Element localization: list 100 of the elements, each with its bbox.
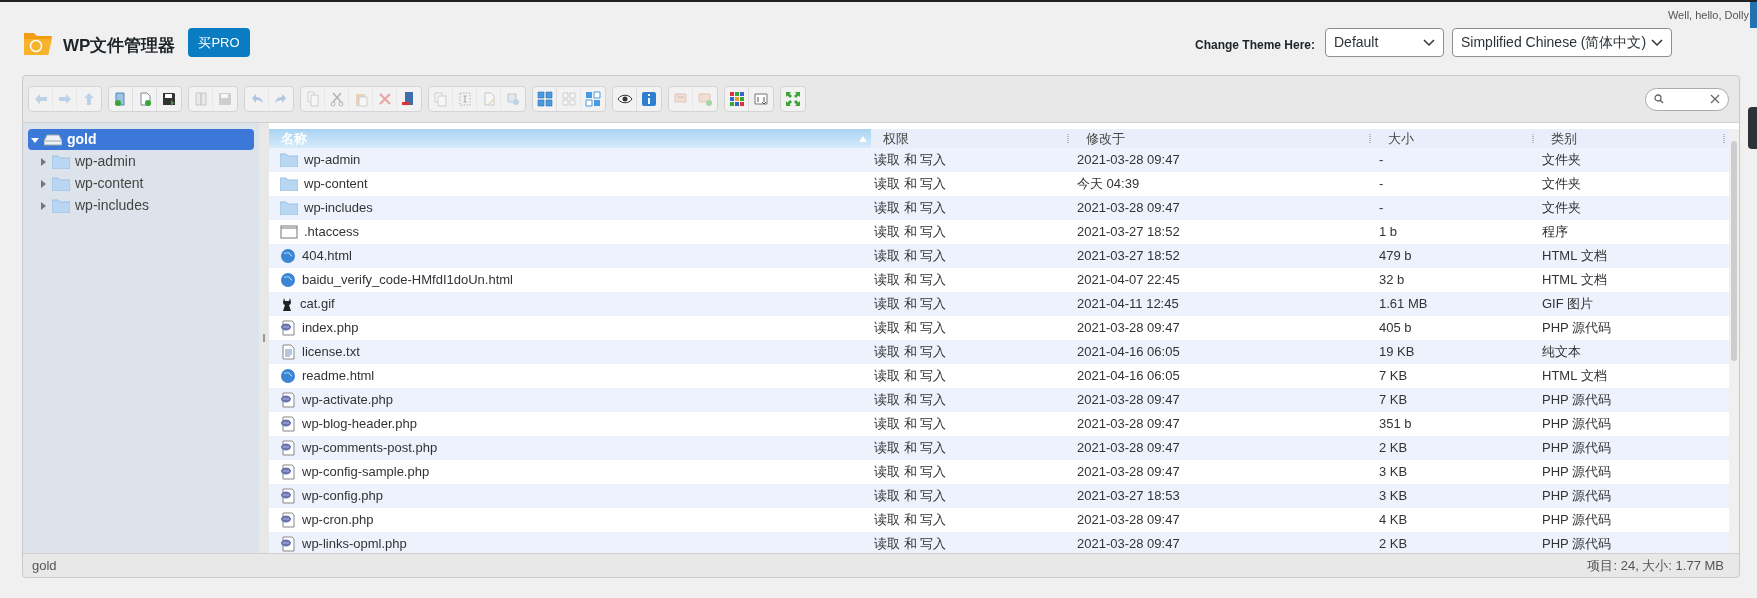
table-cell-text: - [1378, 199, 1385, 218]
text-file-icon [280, 344, 296, 360]
scrollbar[interactable] [1729, 129, 1739, 553]
table-cell-text: 3 KB [1378, 463, 1409, 482]
php-file-icon [280, 512, 296, 528]
table-cell-text: 1 b [1378, 223, 1399, 242]
table-cell-text: 今天 04:39 [1076, 175, 1141, 194]
file-row[interactable]: wp-config.php 读取 和 写入 2021-03-27 18:53 3 KB PHP 源代码 [269, 484, 1729, 508]
file-row[interactable]: wp-includes 读取 和 写入 2021-03-28 09:47 - 文件夹 [269, 196, 1729, 220]
theme-label: Change Theme Here: [1194, 37, 1315, 54]
table-cell-text: 读取 和 写入 [873, 535, 948, 553]
file-row[interactable]: wp-comments-post.php 读取 和 写入 2021-03-28 09:47 2 KB PHP 源代码 [269, 436, 1729, 460]
file-name: wp-config.php [302, 487, 383, 506]
file-name: license.txt [302, 343, 360, 362]
folder-icon [280, 153, 298, 167]
file-name: wp-config-sample.php [302, 463, 430, 482]
table-cell-text: PHP 源代码 [1541, 319, 1613, 338]
resize-grip-icon[interactable] [1532, 133, 1535, 144]
php-file-icon [280, 392, 296, 408]
table-cell-text: 479 b [1378, 247, 1413, 266]
archive-icon [697, 91, 713, 107]
folder-icon [280, 201, 298, 215]
file-row[interactable]: wp-links-opml.php 读取 和 写入 2021-03-28 09:47 2 KB PHP 源代码 [269, 532, 1729, 553]
file-row[interactable]: wp-admin 读取 和 写入 2021-03-28 09:47 - 文件夹 [269, 148, 1729, 172]
table-cell-text: PHP 源代码 [1541, 391, 1613, 410]
app-title: WP文件管理器 [63, 35, 176, 57]
expand-caret-icon[interactable] [39, 157, 47, 166]
php-file-icon [280, 320, 296, 336]
php-file-icon [280, 440, 296, 456]
table-cell-text: 405 b [1378, 319, 1413, 338]
search-icon [1654, 94, 1664, 104]
table-cell-text: 2 KB [1378, 439, 1409, 458]
file-name: wp-includes [304, 199, 373, 218]
table-cell-text: PHP 源代码 [1541, 439, 1613, 458]
table-cell-text: 7 KB [1378, 391, 1409, 410]
table-cell-text: 读取 和 写入 [873, 439, 948, 458]
file-name: wp-admin [304, 151, 361, 170]
column-header[interactable]: 类别 [1539, 129, 1729, 148]
clear-icon[interactable] [1710, 94, 1720, 104]
color-grid-icon [728, 91, 745, 107]
theme-select[interactable]: Default [1325, 28, 1444, 57]
table-cell-text: PHP 源代码 [1541, 511, 1613, 530]
resize-grip-icon[interactable] [1369, 133, 1372, 144]
text-select-icon [456, 91, 473, 107]
file-name: .htaccess [304, 223, 359, 242]
globe-icon [280, 248, 296, 264]
search-field[interactable] [1645, 87, 1729, 111]
table-cell-text: 读取 和 写入 [873, 151, 948, 170]
file-name: wp-activate.php [302, 391, 394, 410]
resize-grip-icon[interactable] [1067, 133, 1070, 144]
expand-caret-icon[interactable] [39, 179, 47, 188]
tree-item[interactable]: wp-includes [28, 195, 254, 216]
table-cell-text: 2021-03-28 09:47 [1076, 415, 1181, 434]
table-cell-text: 2021-03-28 09:47 [1076, 151, 1181, 170]
column-header[interactable]: 修改于 [1074, 129, 1376, 148]
language-select[interactable]: Simplified Chinese (简体中文) [1452, 28, 1672, 57]
table-cell-text: 读取 和 写入 [873, 511, 948, 530]
table-cell-text: - [1378, 151, 1385, 170]
table-cell-text: 读取 和 写入 [873, 295, 948, 314]
table-cell-text: 19 KB [1378, 343, 1416, 362]
table-cell-text: PHP 源代码 [1541, 463, 1613, 482]
column-header[interactable]: 大小 [1376, 129, 1539, 148]
table-cell-text: 读取 和 写入 [873, 463, 948, 482]
file-name: index.php [302, 319, 359, 338]
file-row[interactable]: license.txt 读取 和 写入 2021-04-16 06:05 19 KB 纯文本 [269, 340, 1729, 364]
file-row[interactable]: 404.html 读取 和 写入 2021-03-27 18:52 479 b HTML 文档 [269, 244, 1729, 268]
file-row[interactable]: wp-activate.php 读取 和 写入 2021-03-28 09:47 7 KB PHP 源代码 [269, 388, 1729, 412]
tree-item[interactable]: wp-admin [28, 151, 254, 172]
tree-item[interactable]: wp-content [28, 173, 254, 194]
file-name: readme.html [302, 367, 375, 386]
file-name: wp-blog-header.php [302, 415, 417, 434]
table-cell-text: 2021-03-28 09:47 [1076, 535, 1181, 553]
table-cell-text: 文件夹 [1541, 151, 1582, 170]
column-header[interactable]: 权限 [871, 129, 1074, 148]
status-summary: 项目: 24, 大小: 1.77 MB [1587, 557, 1724, 576]
php-file-icon [280, 416, 296, 432]
folder-icon [280, 177, 298, 191]
table-cell-text: 程序 [1541, 223, 1569, 242]
table-cell-text: 读取 和 写入 [873, 343, 948, 362]
file-name: wp-content [304, 175, 368, 194]
status-path: gold [32, 557, 57, 576]
table-cell-text: 1.61 MB [1378, 295, 1429, 314]
collapse-caret-icon[interactable] [31, 135, 39, 144]
greeting-text: Well, hello, Dolly [1667, 8, 1749, 23]
table-cell-text: 32 b [1378, 271, 1406, 290]
tree-item[interactable]: gold [28, 129, 254, 150]
table-cell-text: 读取 和 写入 [873, 199, 948, 218]
file-row[interactable]: cat.gif 读取 和 写入 2021-04-11 12:45 1.61 MB GIF 图片 [269, 292, 1729, 316]
table-cell-text: PHP 源代码 [1541, 415, 1613, 434]
side-widget[interactable] [1748, 107, 1757, 149]
buy-pro-button[interactable]: 买PRO [188, 28, 250, 57]
resize-grip-icon[interactable] [1723, 133, 1726, 144]
book-icon [192, 91, 209, 107]
table-cell-text: HTML 文档 [1541, 367, 1608, 386]
expand-caret-icon[interactable] [39, 201, 47, 210]
file-name: wp-cron.php [302, 511, 374, 530]
table-cell-text: 2021-03-27 18:52 [1076, 223, 1181, 242]
blank-file-icon [280, 225, 298, 239]
php-file-icon [280, 536, 296, 552]
table-cell-text: PHP 源代码 [1541, 535, 1613, 553]
